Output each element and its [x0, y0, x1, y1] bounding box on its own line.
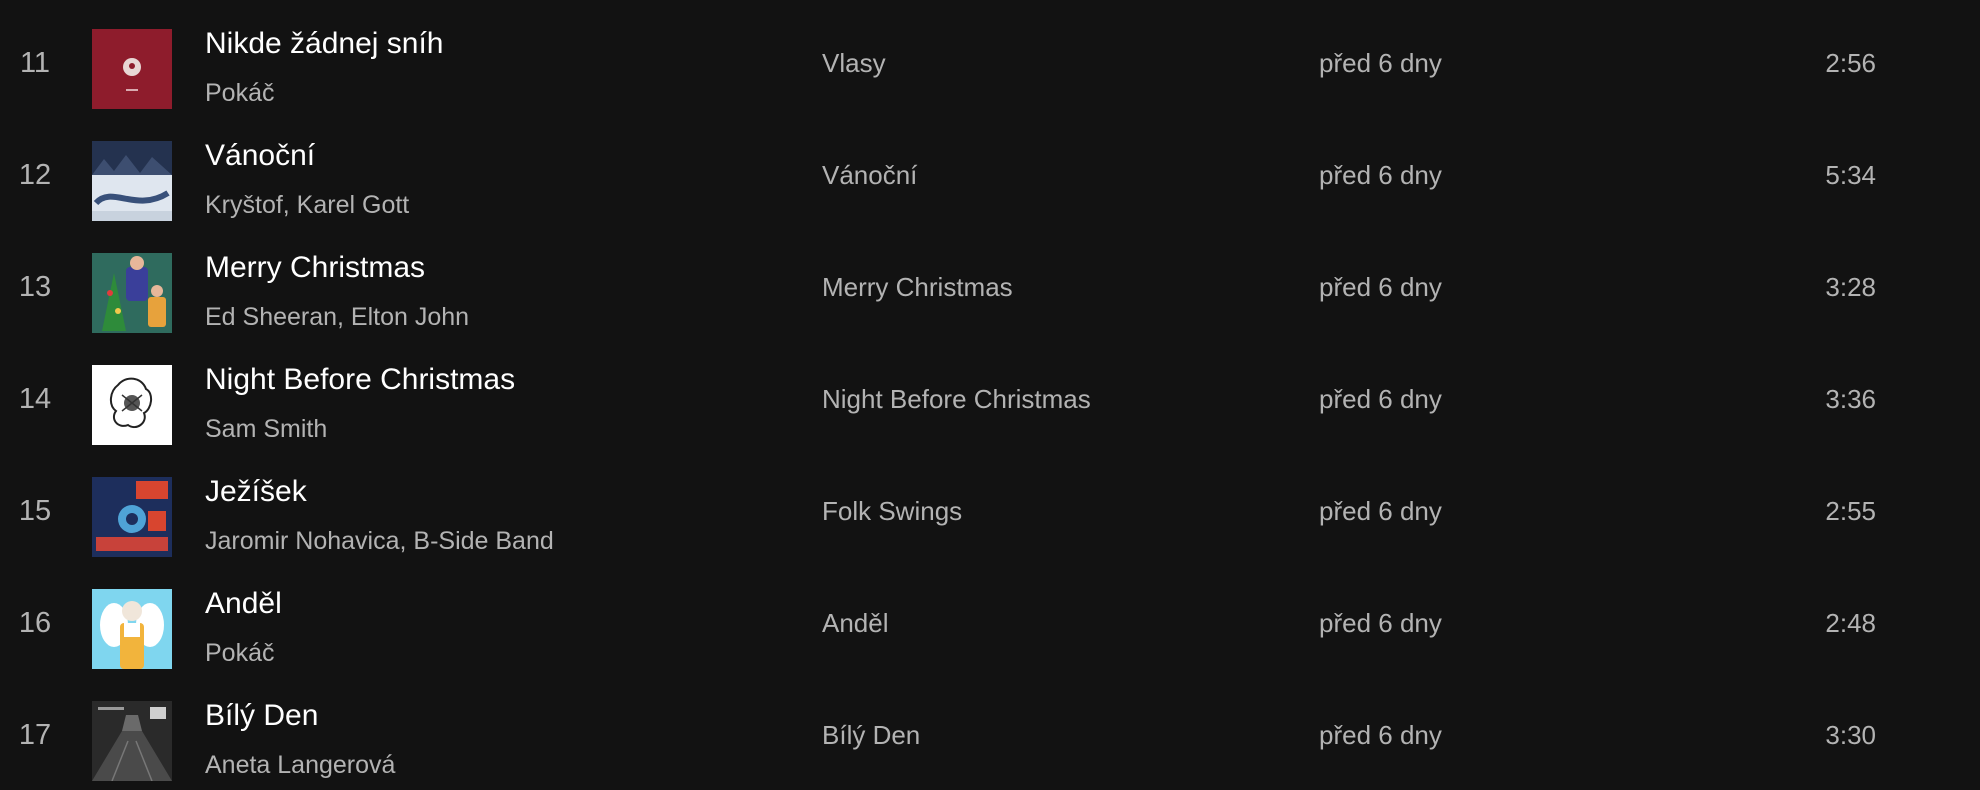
track-album[interactable]: Merry Christmas	[822, 231, 1013, 343]
album-cover-image[interactable]	[92, 365, 172, 445]
track-artist[interactable]: Aneta Langerová	[205, 751, 395, 780]
track-title[interactable]: Merry Christmas	[205, 251, 425, 285]
track-album[interactable]: Night Before Christmas	[822, 343, 1091, 455]
track-title[interactable]: Vánoční	[205, 139, 315, 173]
track-artist[interactable]: Jaromir Nohavica, B-Side Band	[205, 527, 554, 556]
track-artist[interactable]: Pokáč	[205, 79, 274, 108]
track-date-added: před 6 dny	[1319, 607, 1442, 638]
track-row[interactable]: 13 Merry Christmas Ed Sheeran, Elton Joh…	[0, 231, 1980, 343]
track-date-added: před 6 dny	[1319, 47, 1442, 78]
track-date-added: před 6 dny	[1319, 495, 1442, 526]
album-cover-image[interactable]	[92, 29, 172, 109]
track-number: 17	[18, 718, 52, 751]
track-number: 14	[18, 382, 52, 415]
track-number: 13	[18, 270, 52, 303]
album-cover-image[interactable]	[92, 141, 172, 221]
track-row[interactable]: 14 Night Before Christmas Sam Smith Nigh…	[0, 343, 1980, 455]
track-row[interactable]: 12 Vánoční Kryštof, Karel Gott Vánoční p…	[0, 119, 1980, 231]
album-cover-image[interactable]	[92, 589, 172, 669]
track-duration: 2:55	[1825, 495, 1876, 526]
track-title[interactable]: Night Before Christmas	[205, 363, 515, 397]
track-number: 12	[18, 158, 52, 191]
track-number: 16	[18, 606, 52, 639]
track-duration: 3:28	[1825, 271, 1876, 302]
track-title[interactable]: Nikde žádnej sníh	[205, 27, 443, 61]
track-date-added: před 6 dny	[1319, 719, 1442, 750]
track-duration: 3:30	[1825, 719, 1876, 750]
track-album[interactable]: Vlasy	[822, 7, 886, 119]
album-cover-image[interactable]	[92, 701, 172, 781]
track-album[interactable]: Anděl	[822, 567, 889, 679]
track-artist[interactable]: Kryštof, Karel Gott	[205, 191, 409, 220]
track-artist[interactable]: Ed Sheeran, Elton John	[205, 303, 469, 332]
track-album[interactable]: Bílý Den	[822, 679, 920, 790]
track-album[interactable]: Vánoční	[822, 119, 917, 231]
track-artist[interactable]: Pokáč	[205, 639, 274, 668]
track-date-added: před 6 dny	[1319, 159, 1442, 190]
track-row[interactable]: 17 Bílý Den Aneta Langerová Bílý Den pře…	[0, 679, 1980, 790]
track-title[interactable]: Anděl	[205, 587, 282, 621]
album-cover-image[interactable]	[92, 253, 172, 333]
track-row[interactable]: 11 Nikde žádnej sníh Pokáč Vlasy před 6 …	[0, 7, 1980, 119]
track-number: 15	[18, 494, 52, 527]
track-artist[interactable]: Sam Smith	[205, 415, 327, 444]
track-date-added: před 6 dny	[1319, 383, 1442, 414]
track-number: 11	[19, 46, 51, 79]
track-duration: 2:48	[1825, 607, 1876, 638]
tracklist: 11 Nikde žádnej sníh Pokáč Vlasy před 6 …	[0, 0, 1980, 790]
track-row[interactable]: 15 Ježíšek Jaromir Nohavica, B-Side Band…	[0, 455, 1980, 567]
album-cover-image[interactable]	[92, 477, 172, 557]
track-title[interactable]: Bílý Den	[205, 699, 318, 733]
track-duration: 2:56	[1825, 47, 1876, 78]
track-album[interactable]: Folk Swings	[822, 455, 962, 567]
track-duration: 3:36	[1825, 383, 1876, 414]
track-row[interactable]: 16 Anděl Pokáč Anděl před 6 dny 2:48	[0, 567, 1980, 679]
track-title[interactable]: Ježíšek	[205, 475, 307, 509]
track-date-added: před 6 dny	[1319, 271, 1442, 302]
track-duration: 5:34	[1825, 159, 1876, 190]
